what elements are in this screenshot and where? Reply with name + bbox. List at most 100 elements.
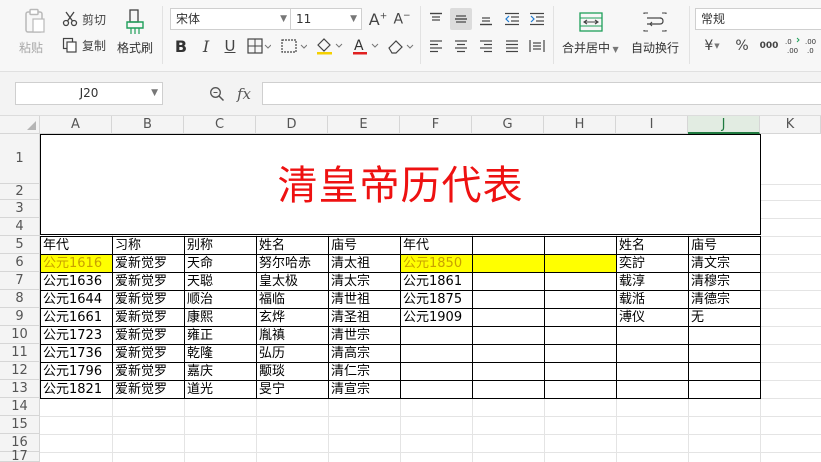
- table-cell[interactable]: 爱新觉罗: [112, 380, 185, 399]
- table-cell[interactable]: [472, 362, 545, 381]
- table-cell[interactable]: 乾隆: [184, 344, 257, 363]
- row-header-3[interactable]: 3: [0, 200, 40, 218]
- title-merged-cell[interactable]: 清皇帝历代表: [40, 134, 761, 235]
- row-header-9[interactable]: 9: [0, 308, 40, 326]
- percent-button[interactable]: %: [732, 36, 752, 56]
- table-cell[interactable]: 公元1616: [40, 254, 113, 273]
- table-cell[interactable]: 清圣祖: [328, 308, 401, 327]
- column-header-i[interactable]: I: [616, 116, 688, 134]
- table-header-cell[interactable]: 庙号: [328, 236, 401, 255]
- align-left-button[interactable]: [427, 37, 445, 55]
- table-cell[interactable]: [544, 380, 617, 399]
- column-header-c[interactable]: C: [184, 116, 256, 134]
- table-cell[interactable]: 雍正: [184, 326, 257, 345]
- row-header-4[interactable]: 4: [0, 218, 40, 236]
- table-cell[interactable]: 清德宗: [688, 290, 761, 309]
- align-bottom-button[interactable]: [477, 10, 495, 28]
- currency-button[interactable]: ¥ ▼: [700, 36, 724, 56]
- table-cell[interactable]: [616, 344, 689, 363]
- insert-function-button[interactable]: fx: [233, 83, 255, 105]
- table-cell[interactable]: [688, 380, 761, 399]
- table-cell[interactable]: 载淳: [616, 272, 689, 291]
- row-header-17[interactable]: 17: [0, 450, 40, 462]
- table-cell[interactable]: 天聪: [184, 272, 257, 291]
- row-header-1[interactable]: 1: [0, 134, 40, 184]
- table-header-cell[interactable]: 庙号: [688, 236, 761, 255]
- table-header-cell[interactable]: 姓名: [256, 236, 329, 255]
- fill-color-button[interactable]: [314, 36, 344, 56]
- table-cell[interactable]: [544, 344, 617, 363]
- table-cell[interactable]: 皇太极: [256, 272, 329, 291]
- table-cell[interactable]: 清世宗: [328, 326, 401, 345]
- row-header-15[interactable]: 15: [0, 416, 40, 434]
- column-header-g[interactable]: G: [472, 116, 544, 134]
- table-cell[interactable]: [544, 326, 617, 345]
- table-cell[interactable]: 清宣宗: [328, 380, 401, 399]
- table-header-cell[interactable]: 年代: [400, 236, 473, 255]
- increase-indent-button[interactable]: [528, 10, 546, 28]
- table-cell[interactable]: [400, 380, 473, 399]
- distributed-align-button[interactable]: [528, 37, 546, 55]
- column-header-h[interactable]: H: [544, 116, 616, 134]
- table-cell[interactable]: [616, 362, 689, 381]
- align-top-button[interactable]: [427, 10, 445, 28]
- table-cell[interactable]: [472, 236, 545, 255]
- decrease-indent-button[interactable]: [503, 10, 521, 28]
- table-cell[interactable]: [688, 326, 761, 345]
- table-cell[interactable]: 爱新觉罗: [112, 254, 185, 273]
- table-cell[interactable]: 清高宗: [328, 344, 401, 363]
- table-cell[interactable]: [688, 344, 761, 363]
- column-header-k[interactable]: K: [760, 116, 821, 134]
- increase-decimal-button[interactable]: .0.00: [784, 34, 802, 56]
- fill-pattern-button[interactable]: [280, 36, 308, 56]
- row-header-8[interactable]: 8: [0, 290, 40, 308]
- table-cell[interactable]: 道光: [184, 380, 257, 399]
- table-cell[interactable]: 天命: [184, 254, 257, 273]
- table-cell[interactable]: [400, 344, 473, 363]
- table-cell[interactable]: 努尔哈赤: [256, 254, 329, 273]
- format-painter-button[interactable]: [120, 8, 150, 36]
- table-cell[interactable]: 弘历: [256, 344, 329, 363]
- table-cell[interactable]: 玄烨: [256, 308, 329, 327]
- table-cell[interactable]: 公元1661: [40, 308, 113, 327]
- table-header-cell[interactable]: 习称: [112, 236, 185, 255]
- row-header-6[interactable]: 6: [0, 254, 40, 272]
- table-cell[interactable]: [544, 290, 617, 309]
- justify-button[interactable]: [503, 37, 521, 55]
- table-cell[interactable]: [544, 272, 617, 291]
- table-cell[interactable]: [472, 272, 545, 291]
- row-header-12[interactable]: 12: [0, 362, 40, 380]
- column-header-b[interactable]: B: [112, 116, 184, 134]
- table-cell[interactable]: 公元1644: [40, 290, 113, 309]
- table-cell[interactable]: 公元1796: [40, 362, 113, 381]
- copy-button[interactable]: 复制: [62, 36, 110, 54]
- row-header-2[interactable]: 2: [0, 184, 40, 200]
- table-cell[interactable]: 公元1736: [40, 344, 113, 363]
- thousands-button[interactable]: 000: [756, 36, 782, 56]
- table-cell[interactable]: 清太宗: [328, 272, 401, 291]
- table-cell[interactable]: 公元1850: [400, 254, 473, 273]
- column-header-d[interactable]: D: [256, 116, 328, 134]
- table-cell[interactable]: [616, 326, 689, 345]
- name-box[interactable]: J20 ▼: [15, 82, 163, 105]
- table-cell[interactable]: 爱新觉罗: [112, 272, 185, 291]
- decrease-decimal-button[interactable]: .00.0: [804, 34, 821, 56]
- borders-button[interactable]: [246, 36, 272, 56]
- table-header-cell[interactable]: 年代: [40, 236, 113, 255]
- table-cell[interactable]: 爱新觉罗: [112, 326, 185, 345]
- zoom-function-button[interactable]: [207, 84, 227, 104]
- table-cell[interactable]: 爱新觉罗: [112, 308, 185, 327]
- table-cell[interactable]: 公元1723: [40, 326, 113, 345]
- underline-button[interactable]: U: [221, 36, 239, 56]
- font-size-select[interactable]: 11 ▼: [290, 8, 362, 30]
- table-cell[interactable]: 清穆宗: [688, 272, 761, 291]
- row-header-11[interactable]: 11: [0, 344, 40, 362]
- italic-button[interactable]: I: [197, 36, 215, 56]
- table-cell[interactable]: 公元1821: [40, 380, 113, 399]
- bold-button[interactable]: B: [172, 36, 190, 56]
- align-middle-button[interactable]: [450, 8, 472, 30]
- align-center-button[interactable]: [452, 37, 470, 55]
- table-cell[interactable]: [472, 308, 545, 327]
- table-cell[interactable]: [688, 362, 761, 381]
- table-cell[interactable]: 公元1861: [400, 272, 473, 291]
